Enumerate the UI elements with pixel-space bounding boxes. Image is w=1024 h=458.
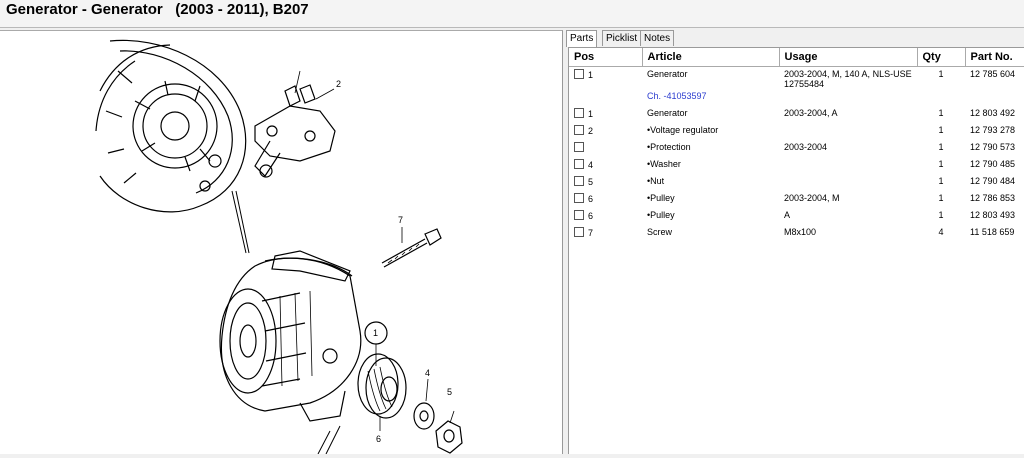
qty-cell: 1 — [938, 125, 944, 135]
article-cell: Generator — [647, 108, 688, 118]
article-cell: •Protection — [647, 142, 691, 152]
tab-notes[interactable]: Notes — [640, 30, 675, 46]
row-checkbox[interactable] — [574, 125, 584, 135]
row-checkbox[interactable] — [574, 159, 584, 169]
article-cell: •Washer — [647, 159, 681, 169]
callout-1[interactable]: 1 — [373, 328, 378, 338]
col-header-part-no[interactable]: Part No. — [965, 48, 1024, 67]
usage-cell — [779, 157, 917, 174]
usage-cell: A — [784, 210, 791, 220]
pos-cell: 1 — [588, 109, 594, 119]
part-no-cell: 12 790 573 — [970, 142, 1016, 152]
row-checkbox[interactable] — [574, 69, 584, 79]
usage-cell — [779, 174, 917, 191]
article-cell: •Pulley — [647, 210, 675, 220]
table-row[interactable]: Ch. -41053597 — [569, 89, 1024, 106]
chassis-link[interactable]: Ch. -41053597 — [642, 89, 779, 106]
qty-cell: 1 — [938, 193, 944, 203]
pos-cell: 5 — [588, 177, 594, 187]
usage-cell: M8x100 — [784, 227, 817, 237]
generator-illustration: 2 7 1 4 5 6 — [95, 39, 463, 455]
article-cell: Screw — [647, 227, 673, 237]
table-row[interactable]: 5 •Nut 1 12 790 484 — [569, 174, 1024, 191]
part-no-cell: 12 793 278 — [970, 125, 1016, 135]
row-checkbox[interactable] — [574, 210, 584, 220]
parts-list-panel: Pos Article Usage Qty Part No. 1 Generat… — [568, 47, 1024, 454]
part-no-cell: 12 790 485 — [970, 159, 1016, 169]
col-header-article[interactable]: Article — [642, 48, 780, 67]
tab-picklist[interactable]: Picklist — [602, 30, 642, 46]
table-row[interactable]: 7 Screw M8x100 4 11 518 659 — [569, 225, 1024, 242]
usage-cell — [779, 123, 917, 140]
title-bar: Generator - Generator (2003 - 2011), B20… — [0, 0, 1024, 28]
table-row[interactable]: 2 •Voltage regulator 1 12 793 278 — [569, 123, 1024, 140]
table-row[interactable]: 6 •Pulley 2003-2004, M 1 12 786 853 — [569, 191, 1024, 208]
qty-cell: 1 — [938, 69, 944, 79]
article-cell: •Voltage regulator — [647, 125, 719, 135]
callout-4[interactable]: 4 — [425, 368, 430, 378]
tab-parts[interactable]: Parts — [566, 30, 598, 47]
part-no-cell: 11 518 659 — [970, 227, 1015, 237]
qty-cell: 4 — [938, 227, 944, 237]
pos-cell: 1 — [588, 70, 594, 80]
article-cell: Generator — [647, 69, 688, 79]
col-header-qty[interactable]: Qty — [917, 48, 966, 67]
row-checkbox[interactable] — [574, 227, 584, 237]
callout-2[interactable]: 2 — [336, 79, 341, 89]
article-cell: •Nut — [647, 176, 665, 186]
pos-cell: 2 — [588, 126, 594, 136]
qty-cell: 1 — [938, 108, 944, 118]
usage-cell: 2003-2004, M — [784, 193, 840, 203]
part-no-cell: 12 786 853 — [970, 193, 1016, 203]
row-checkbox[interactable] — [574, 142, 584, 152]
window-title: Generator - Generator (2003 - 2011), B20… — [6, 1, 309, 18]
row-checkbox[interactable] — [574, 176, 584, 186]
table-row[interactable]: 6 •Pulley A 1 12 803 493 — [569, 208, 1024, 225]
part-no-cell: 12 803 493 — [970, 210, 1016, 220]
col-header-pos[interactable]: Pos — [569, 48, 643, 67]
pos-cell: 7 — [588, 228, 594, 238]
usage-cell: 2003-2004, A — [784, 108, 838, 118]
row-checkbox[interactable] — [574, 193, 584, 203]
callout-5[interactable]: 5 — [447, 387, 452, 397]
row-checkbox[interactable] — [574, 108, 584, 118]
qty-cell: 1 — [938, 142, 944, 152]
part-no-cell: 12 785 604 — [970, 69, 1016, 79]
pos-cell: 6 — [588, 211, 594, 221]
qty-cell: 1 — [938, 159, 944, 169]
exploded-parts-diagram[interactable]: 2 7 1 4 5 6 — [0, 30, 563, 455]
qty-cell: 1 — [938, 210, 944, 220]
usage-cell: 2003-2004 — [784, 142, 828, 152]
col-header-usage[interactable]: Usage — [779, 48, 918, 67]
table-header: Pos Article Usage Qty Part No. — [569, 48, 1024, 67]
pos-cell: 4 — [588, 160, 594, 170]
table-row[interactable]: 4 •Washer 1 12 790 485 — [569, 157, 1024, 174]
pos-cell: 6 — [588, 194, 594, 204]
part-no-cell: 12 803 492 — [970, 108, 1016, 118]
table-row[interactable]: 1 Generator 2003-2004, A 1 12 803 492 — [569, 106, 1024, 123]
callout-7[interactable]: 7 — [398, 215, 403, 225]
article-cell: •Pulley — [647, 193, 675, 203]
part-no-cell: 12 790 484 — [970, 176, 1016, 186]
usage-cell: 2003-2004, M, 140 A, NLS-USE 12755484 — [784, 69, 912, 89]
qty-cell: 1 — [938, 176, 944, 186]
callout-6[interactable]: 6 — [376, 434, 381, 444]
parts-table: Pos Article Usage Qty Part No. 1 Generat… — [569, 48, 1024, 242]
table-row[interactable]: 1 Generator 2003-2004, M, 140 A, NLS-USE… — [569, 67, 1024, 89]
table-row[interactable]: •Protection 2003-2004 1 12 790 573 — [569, 140, 1024, 157]
